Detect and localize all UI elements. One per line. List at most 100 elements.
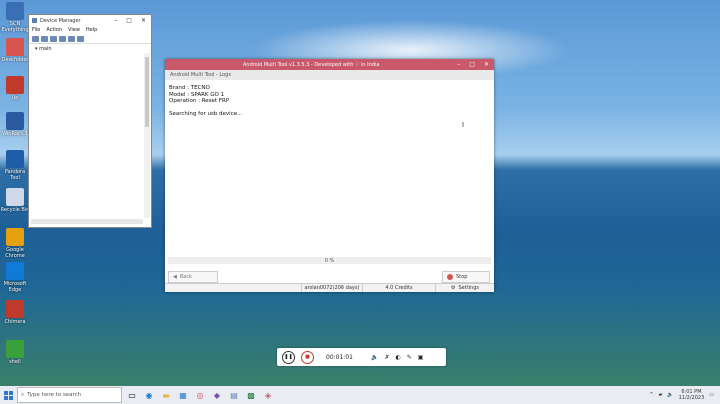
menu-action[interactable]: Action: [46, 27, 62, 33]
taskbar-search-box[interactable]: ⌕ Type here to search: [17, 387, 122, 403]
app-icon: [6, 228, 24, 246]
minimize-icon[interactable]: –: [457, 61, 460, 68]
back-arrow-icon[interactable]: [32, 35, 39, 42]
app-icon: [6, 2, 24, 20]
mic-off-icon[interactable]: ✗: [384, 354, 389, 361]
credits-status: 4.0 Credits: [362, 284, 435, 292]
screenshot-icon[interactable]: ▣: [418, 354, 424, 361]
maximize-icon[interactable]: □: [126, 17, 132, 24]
forward-arrow-icon[interactable]: [41, 35, 48, 42]
device-manager-taskbar-icon[interactable]: ▤: [227, 388, 241, 402]
edge-icon[interactable]: ◉: [142, 388, 156, 402]
desktop-icon-label: Chimera: [4, 319, 26, 325]
close-icon[interactable]: ✕: [141, 17, 146, 24]
scan-icon[interactable]: [68, 35, 75, 42]
app-icon: [6, 188, 24, 206]
gear-icon: ⚙: [451, 285, 456, 291]
menu-help[interactable]: Help: [86, 27, 97, 33]
menu-view[interactable]: View: [68, 27, 80, 33]
desktop-icon[interactable]: Deskfolder: [0, 38, 30, 63]
store-icon[interactable]: ▦: [176, 388, 190, 402]
desktop-icon[interactable]: WinRar5.1: [0, 112, 30, 137]
desktop-icon-label: SCN Everything: [1, 21, 29, 33]
vertical-scrollbar[interactable]: [144, 53, 150, 218]
volume-icon[interactable]: 🔈: [371, 354, 378, 361]
desktop-icon-label: Deskfolder: [1, 57, 29, 63]
pause-button[interactable]: ❚❚: [282, 350, 295, 364]
log-line: Searching for usb device...: [169, 110, 243, 117]
device-manager-titlebar[interactable]: Device Manager – □ ✕: [29, 15, 151, 26]
properties-icon[interactable]: [50, 35, 57, 42]
back-icon: ◀: [173, 274, 177, 280]
app-icon: [6, 38, 24, 56]
search-placeholder: Type here to search: [27, 392, 82, 398]
file-explorer-icon[interactable]: ▬: [159, 388, 173, 402]
device-manager-icon: [32, 18, 37, 23]
settings-button[interactable]: ⚙ Settings: [435, 284, 494, 292]
stop-label: Stop: [456, 274, 468, 280]
camera-icon[interactable]: ◐: [395, 354, 400, 361]
clock[interactable]: 6:01 PM 11/2/2023: [679, 389, 705, 401]
horizontal-scrollbar[interactable]: [31, 219, 143, 224]
desktop-icon[interactable]: Up: [0, 76, 30, 101]
app-icon[interactable]: ◆: [210, 388, 224, 402]
pen-icon[interactable]: ✎: [407, 354, 412, 361]
excel-icon[interactable]: ▩: [244, 388, 258, 402]
menu-file[interactable]: File: [32, 27, 40, 33]
monitor-icon[interactable]: [77, 35, 84, 42]
notification-icon[interactable]: ▭: [709, 392, 714, 398]
stop-icon: [447, 274, 453, 280]
stop-record-button[interactable]: ■: [301, 350, 314, 364]
desktop-icon[interactable]: Google Chrome: [0, 228, 30, 259]
desktop-icon-label: shell: [9, 359, 21, 365]
desktop-icon-label: WinRar5.1: [2, 131, 28, 137]
close-icon[interactable]: ✕: [484, 61, 489, 68]
app-icon: [6, 340, 24, 358]
screen-recorder-bar[interactable]: ❚❚ ■ 00:01:01 🔈 ✗ ◐ ✎ ▣: [277, 348, 446, 366]
desktop-icon[interactable]: Chimera: [0, 300, 30, 325]
desktop-icon[interactable]: Microsoft Edge: [0, 262, 30, 293]
search-icon: ⌕: [21, 391, 25, 398]
amt-logs-header: Android Multi Tool - Logs: [165, 70, 494, 80]
desktop-icon[interactable]: Pandora Tool: [0, 150, 30, 181]
android-multi-tool-window[interactable]: Android Multi Tool v1.3.5.3 - Developed …: [165, 59, 494, 292]
desktop-icon-label: Microsoft Edge: [3, 281, 27, 293]
taskbar: ⌕ Type here to search ▭ ◉ ▬ ▦ ◎ ◆ ▤ ▩ ◈ …: [0, 386, 720, 404]
device-manager-window[interactable]: Device Manager – □ ✕ File Action View Help…: [28, 14, 152, 228]
desktop-icon-label: Recycle Bin: [0, 207, 30, 213]
app-icon: [6, 262, 24, 280]
speaker-icon[interactable]: 🔈: [667, 392, 673, 398]
network-icon[interactable]: ▰: [659, 392, 663, 398]
tree-root-item[interactable]: main: [39, 46, 52, 52]
maximize-icon[interactable]: □: [469, 61, 475, 68]
desktop-icon-label: Google Chrome: [5, 247, 25, 259]
chrome-icon[interactable]: ◎: [193, 388, 207, 402]
progress-label: 0 %: [324, 257, 335, 264]
recording-time: 00:01:01: [326, 353, 353, 361]
amt-title: Android Multi Tool v1.3.5.3 - Developed …: [242, 61, 380, 68]
amt-titlebar[interactable]: Android Multi Tool v1.3.5.3 - Developed …: [165, 59, 494, 70]
desktop-icon[interactable]: Recycle Bin: [0, 188, 30, 213]
start-icon[interactable]: [4, 390, 13, 400]
system-tray: ^ ▰ 🔈 6:01 PM 11/2/2023 ▭: [649, 389, 720, 401]
task-view-icon[interactable]: ▭: [125, 388, 139, 402]
app-icon: [6, 76, 24, 94]
chevron-up-icon[interactable]: ^: [649, 392, 653, 398]
android-tool-taskbar-icon[interactable]: ◈: [261, 388, 275, 402]
help-icon[interactable]: [59, 35, 66, 42]
desktop: SCN Everything Deskfolder Up WinRar5.1 Pando…: [0, 0, 720, 386]
app-icon: [6, 150, 24, 168]
desktop-icon-label: Up: [11, 95, 19, 101]
minimize-icon[interactable]: –: [114, 17, 117, 24]
app-icon: [6, 112, 24, 130]
desktop-icon[interactable]: shell: [0, 340, 30, 365]
desktop-icon[interactable]: SCN Everything: [0, 2, 30, 33]
amt-status-bar: arslan0072(206 days) 4.0 Credits ⚙ Settin…: [165, 283, 494, 292]
device-manager-title: Device Manager: [40, 17, 81, 24]
back-button[interactable]: ◀ Back: [168, 271, 218, 283]
stop-button[interactable]: Stop: [442, 271, 490, 283]
progress-bar: 0 %: [168, 257, 491, 264]
text-cursor-icon: I: [462, 121, 465, 129]
back-label: Back: [179, 274, 192, 280]
app-icon: [6, 300, 24, 318]
